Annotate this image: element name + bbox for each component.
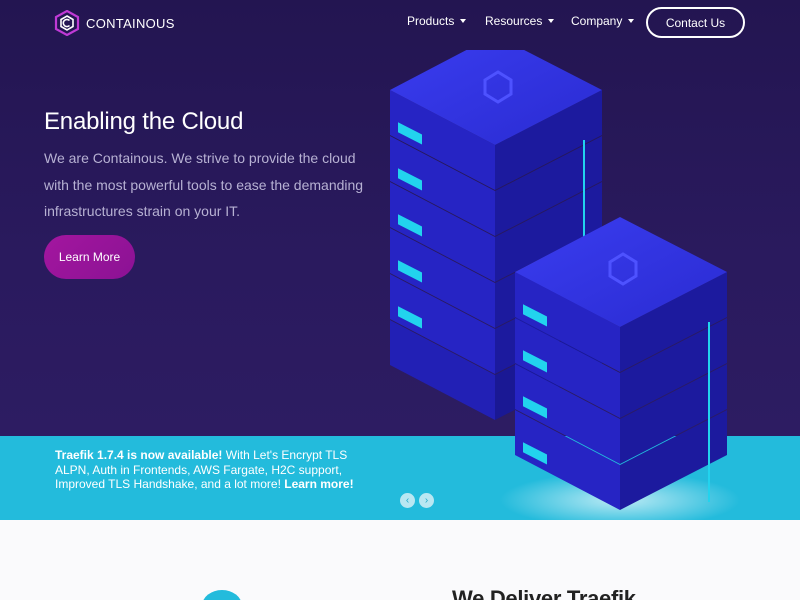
caret-down-icon — [628, 19, 635, 23]
announcement-text: Traefik 1.7.4 is now available! With Let… — [55, 448, 375, 492]
hero-description: We are Containous. We strive to provide … — [44, 150, 364, 219]
section-title: We Deliver Traefik — [452, 586, 636, 600]
nav-products-label: Products — [407, 14, 455, 28]
caret-down-icon — [548, 19, 555, 23]
nav-resources-label: Resources — [485, 14, 543, 28]
brand-name: CONTAINOUS — [86, 15, 175, 31]
traefik-mascot-icon — [203, 590, 241, 600]
server-stack-right — [515, 217, 727, 510]
announcement-learn-more-link[interactable]: Learn more! — [284, 477, 353, 491]
announcement-headline: Traefik 1.7.4 is now available! — [55, 448, 223, 462]
learn-more-button[interactable]: Learn More — [44, 235, 135, 279]
brand-logo[interactable]: CONTAINOUS — [54, 10, 175, 36]
server-stack-illustration — [390, 50, 740, 528]
hero-title: Enabling the Cloud — [44, 108, 244, 135]
nav-company[interactable]: Company — [571, 14, 635, 28]
nav-products[interactable]: Products — [407, 14, 467, 28]
containous-logo-icon — [54, 10, 80, 36]
caret-down-icon — [460, 19, 467, 23]
top-navigation: CONTAINOUS Products Resources Company Co… — [0, 0, 800, 44]
deliver-section: We Deliver Traefik — [0, 520, 800, 600]
contact-us-button[interactable]: Contact Us — [646, 7, 745, 38]
nav-resources[interactable]: Resources — [485, 14, 555, 28]
nav-company-label: Company — [571, 14, 623, 28]
